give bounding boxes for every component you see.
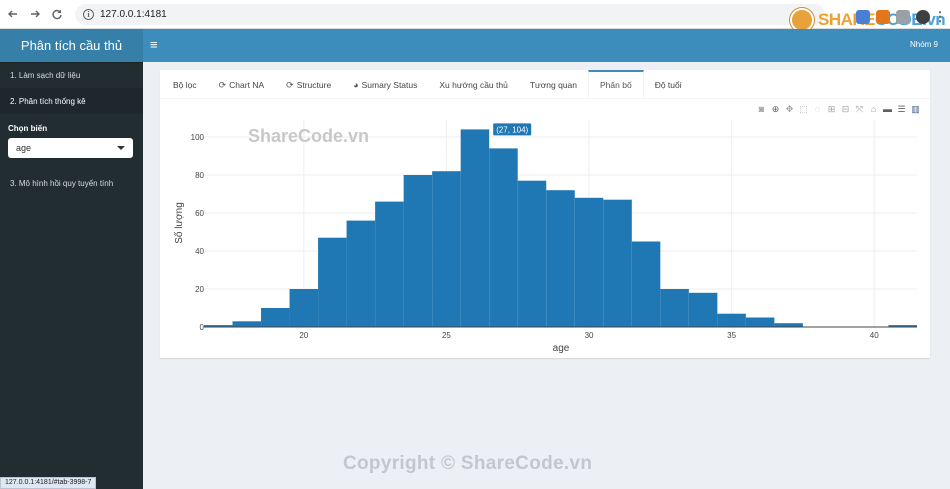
x-axis-title: age <box>553 343 570 354</box>
status-bar-url: 127.0.0.1:4181/#tab-3998-7 <box>0 477 97 489</box>
chevron-down-icon <box>117 146 125 150</box>
forward-icon[interactable] <box>24 3 46 25</box>
histogram-bar[interactable] <box>318 237 347 327</box>
histogram-bar[interactable] <box>546 190 575 327</box>
copyright-watermark: Copyright © ShareCode.vn <box>343 453 593 474</box>
histogram-bar[interactable] <box>660 289 689 327</box>
histogram-bar[interactable] <box>232 321 262 327</box>
back-icon[interactable] <box>2 3 24 25</box>
histogram-bar[interactable] <box>745 317 775 328</box>
histogram-bar[interactable] <box>375 201 404 327</box>
sidebar-item-statistics[interactable]: 2. Phân tích thống kê <box>0 88 143 114</box>
extension-icons: ⋮ <box>856 6 947 28</box>
sidebar-item-regression[interactable]: 3. Mô hình hồi quy tuyến tính <box>0 170 143 196</box>
address-bar[interactable]: i 127.0.0.1:4181 <box>75 4 825 25</box>
select-label: Chọn biến <box>8 124 48 133</box>
variable-select-value: age <box>16 143 32 153</box>
tooltip-text: (27, 104) <box>496 125 528 134</box>
histogram-bar[interactable] <box>489 148 518 327</box>
x-tick-label: 35 <box>727 331 736 340</box>
x-tick-label: 20 <box>299 331 308 340</box>
y-tick-label: 100 <box>191 133 205 142</box>
histogram-bar[interactable] <box>717 313 746 327</box>
extension-icon[interactable] <box>856 10 870 24</box>
histogram-bar[interactable] <box>403 175 433 327</box>
site-info-icon[interactable]: i <box>83 9 94 20</box>
metamask-icon[interactable] <box>876 10 890 24</box>
histogram-bar[interactable] <box>603 199 632 327</box>
histogram-bar[interactable] <box>574 197 604 327</box>
hover-tooltip: (27, 104) <box>493 123 532 136</box>
variable-select[interactable]: age <box>8 138 133 158</box>
app-header: Phân tích cầu thủ ≡ Nhóm 9 <box>0 29 950 62</box>
content-box: Bộ lọc ⟳ Chart NA ⟳ Structure ◕ Sumary Stat… <box>160 70 930 358</box>
x-tick-label: 40 <box>870 331 879 340</box>
histogram-bar[interactable] <box>774 323 803 327</box>
user-label[interactable]: Nhóm 9 <box>910 40 938 49</box>
y-axis: 0 20 40 60 80 100 <box>191 133 205 332</box>
histogram-bar[interactable] <box>432 171 461 327</box>
sidebar-item-data-cleaning[interactable]: 1. Làm sạch dữ liệu <box>0 62 143 88</box>
histogram-bar[interactable] <box>517 180 547 327</box>
histogram-bar[interactable] <box>631 241 661 328</box>
histogram-bar[interactable] <box>261 308 290 327</box>
histogram-bar[interactable] <box>460 129 490 327</box>
histogram-bar[interactable] <box>289 289 319 327</box>
y-tick-label: 80 <box>195 171 204 180</box>
histogram-bar[interactable] <box>346 220 376 327</box>
bars-group <box>204 129 917 328</box>
puzzle-icon[interactable] <box>896 10 910 24</box>
app-title[interactable]: Phân tích cầu thủ <box>0 29 143 62</box>
y-tick-label: 40 <box>195 247 204 256</box>
x-tick-label: 30 <box>585 331 594 340</box>
y-axis-title: Số lượng <box>173 202 185 244</box>
url-text: 127.0.0.1:4181 <box>100 9 167 20</box>
reload-icon[interactable] <box>46 3 68 25</box>
sidebar: 1. Làm sạch dữ liệu 2. Phân tích thống k… <box>0 62 143 489</box>
browser-toolbar: i 127.0.0.1:4181 SHARECODE.vn ⋮ <box>0 0 950 32</box>
hamburger-icon[interactable]: ≡ <box>150 38 158 52</box>
y-tick-label: 20 <box>195 285 204 294</box>
more-menu-icon[interactable]: ⋮ <box>934 6 947 28</box>
histogram-bar[interactable] <box>688 292 718 327</box>
y-tick-label: 0 <box>200 323 205 332</box>
y-tick-label: 60 <box>195 209 204 218</box>
plot-watermark-text: ShareCode.vn <box>248 126 369 146</box>
profile-avatar[interactable] <box>916 10 930 24</box>
x-tick-label: 25 <box>442 331 451 340</box>
histogram-chart[interactable]: ShareCode.vn 20 25 30 35 40 0 20 40 60 80 100 age… <box>160 70 930 358</box>
x-axis: 20 25 30 35 40 <box>299 331 879 340</box>
